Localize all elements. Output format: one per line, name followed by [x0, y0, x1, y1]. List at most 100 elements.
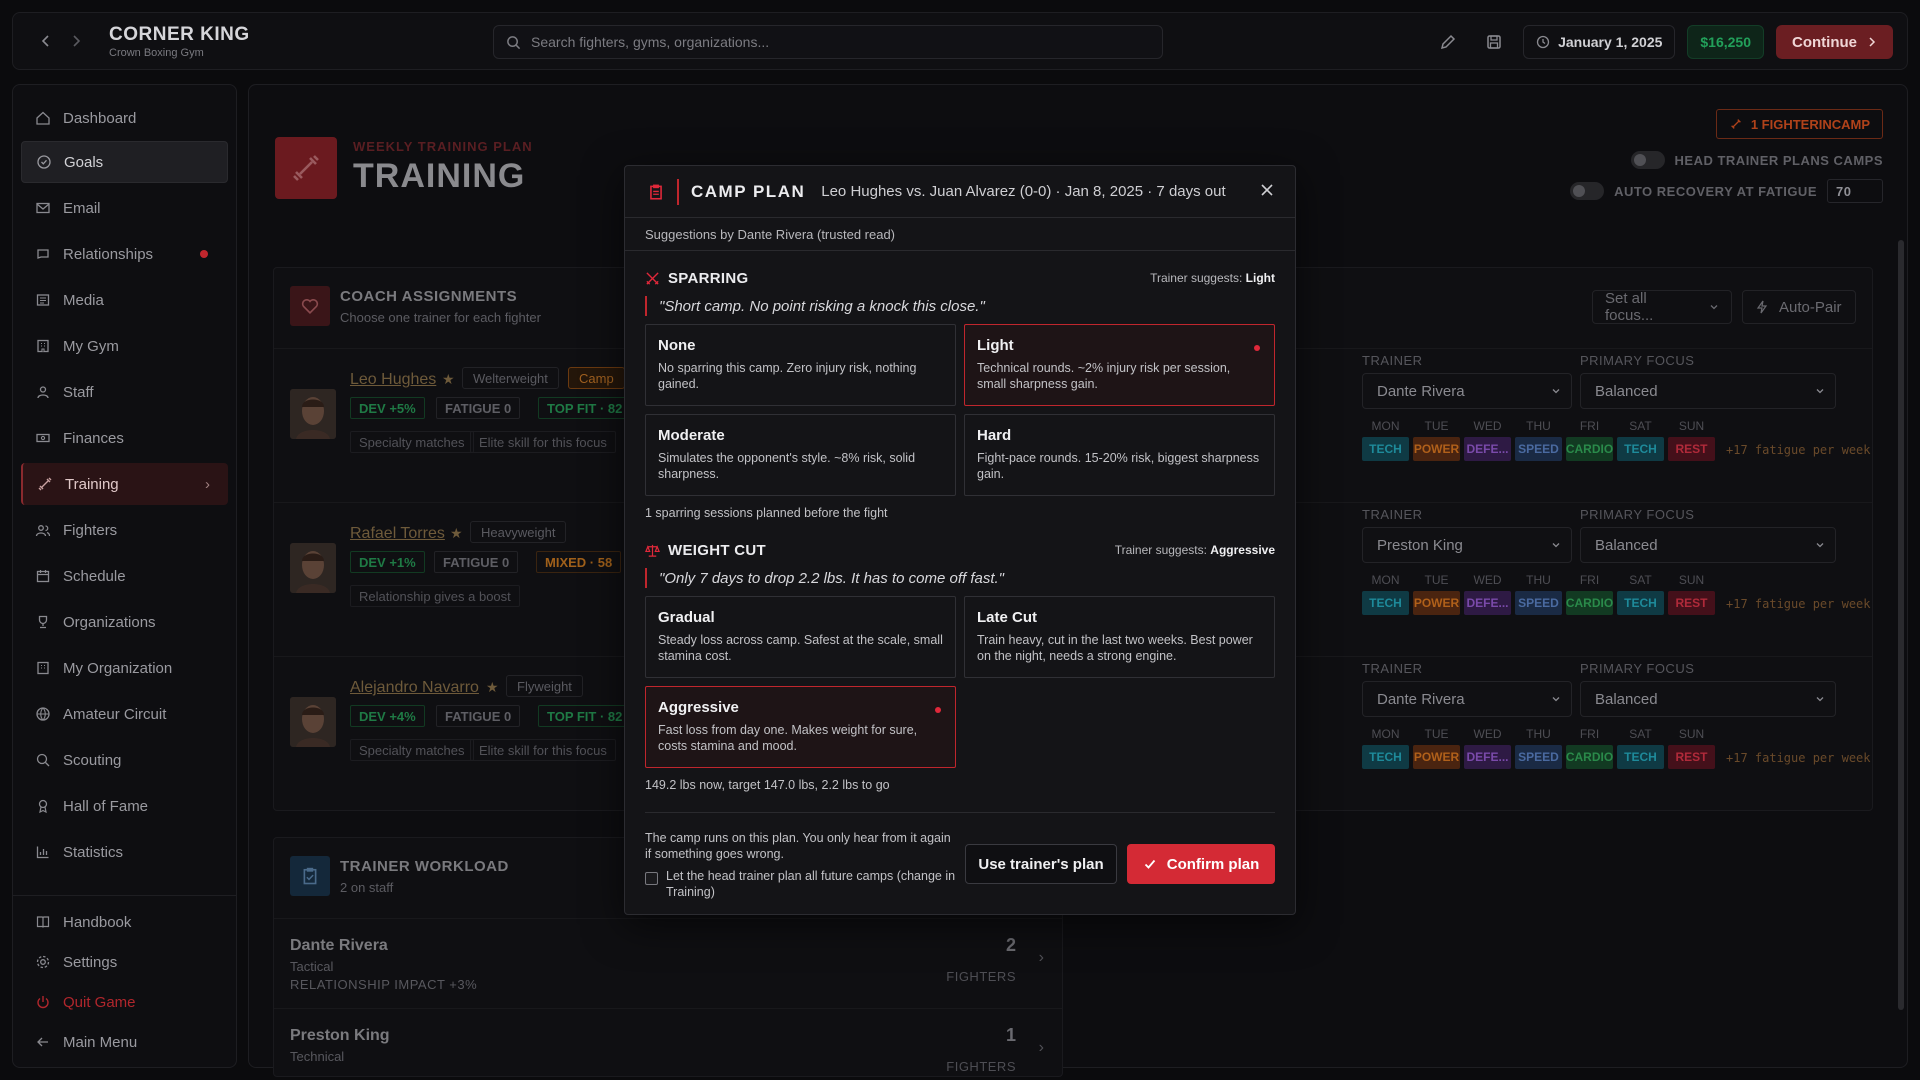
sidebar-item-staff[interactable]: Staff — [21, 371, 228, 413]
sidebar-item-schedule[interactable]: Schedule — [21, 555, 228, 597]
fatigue-per-week: +17 fatigue per week — [1726, 751, 1871, 765]
back-button[interactable] — [31, 26, 61, 56]
dev-tag: DEV +5% — [350, 397, 425, 419]
chip-tech[interactable]: TECH — [1362, 745, 1409, 769]
sparring-option-light[interactable]: Light Technical rounds. ~2% injury risk … — [964, 324, 1275, 406]
close-icon — [1261, 184, 1273, 196]
chip-defense[interactable]: DEFE... — [1464, 745, 1511, 769]
fighters-in-camp-badge[interactable]: 1 FIGHTERINCAMP — [1715, 109, 1883, 139]
sidebar-item-hall-of-fame[interactable]: Hall of Fame — [21, 785, 228, 827]
dumbbell-icon — [1730, 119, 1741, 129]
auto-recovery-toggle[interactable] — [1570, 182, 1605, 200]
chip-power[interactable]: POWER — [1413, 745, 1460, 769]
confirm-plan-button[interactable]: Confirm plan — [1127, 844, 1275, 884]
sparring-suggestion: Trainer suggests: Light — [1150, 271, 1275, 285]
day-label: SAT — [1629, 573, 1652, 587]
fatigue-tag: FATIGUE 0 — [434, 551, 519, 573]
chip-tech[interactable]: TECH — [1617, 591, 1664, 615]
relationship-impact: RELATIONSHIP IMPACT +3% — [290, 977, 478, 992]
sidebar-item-main-menu[interactable]: Main Menu — [21, 1021, 228, 1063]
fighter-name-link[interactable]: Rafael Torres — [350, 525, 445, 543]
sidebar-item-settings[interactable]: Settings — [21, 941, 228, 983]
chevron-down-icon — [1816, 543, 1824, 548]
sidebar-item-email[interactable]: Email — [21, 187, 228, 229]
clipboard-icon — [303, 867, 317, 885]
weight-cut-option-late-cut[interactable]: Late Cut Train heavy, cut in the last tw… — [964, 596, 1275, 678]
trainer-select[interactable]: Preston King — [1362, 527, 1572, 563]
sidebar-item-my-gym[interactable]: My Gym — [21, 325, 228, 367]
chip-cardio[interactable]: CARDIO — [1566, 591, 1613, 615]
chip-defense[interactable]: DEFE... — [1464, 437, 1511, 461]
chip-cardio[interactable]: CARDIO — [1566, 437, 1613, 461]
award-icon — [38, 799, 48, 814]
sidebar-item-scouting[interactable]: Scouting — [21, 739, 228, 781]
primary-focus-select[interactable]: Balanced — [1580, 681, 1836, 717]
sidebar-item-finances[interactable]: Finances — [21, 417, 228, 459]
sidebar-item-organizations[interactable]: Organizations — [21, 601, 228, 643]
continue-button[interactable]: Continue — [1776, 25, 1893, 59]
sidebar-item-fighters[interactable]: Fighters — [21, 509, 228, 551]
chip-rest[interactable]: REST — [1668, 591, 1715, 615]
primary-focus-select[interactable]: Balanced — [1580, 373, 1836, 409]
future-camps-checkbox[interactable] — [645, 872, 658, 885]
trainer-select[interactable]: Dante Rivera — [1362, 373, 1572, 409]
chevron-down-icon — [1552, 389, 1560, 394]
set-all-focus-select[interactable]: Set all focus... — [1592, 290, 1732, 324]
chip-power[interactable]: POWER — [1413, 437, 1460, 461]
weight-cut-option-aggressive[interactable]: Aggressive Fast loss from day one. Makes… — [645, 686, 956, 768]
future-camps-checkbox-row[interactable]: Let the head trainer plan all future cam… — [645, 868, 965, 900]
forward-button[interactable] — [61, 26, 91, 56]
chip-rest[interactable]: REST — [1668, 437, 1715, 461]
clipboard-icon — [650, 184, 662, 200]
sidebar-item-statistics[interactable]: Statistics — [21, 831, 228, 873]
save-button[interactable] — [1477, 25, 1511, 59]
weight-cut-option-gradual[interactable]: Gradual Steady loss across camp. Safest … — [645, 596, 956, 678]
sidebar-item-amateur-circuit[interactable]: Amateur Circuit — [21, 693, 228, 735]
trainer-workload-row[interactable]: Preston King Technical 1 FIGHTERS › — [274, 1008, 1062, 1080]
sidebar-item-quit-game[interactable]: Quit Game — [21, 981, 228, 1023]
auto-recovery-toggle-row: AUTO RECOVERY AT FATIGUE 70 — [1570, 179, 1883, 203]
fighter-name-link[interactable]: Leo Hughes — [350, 371, 436, 389]
sparring-option-none[interactable]: None No sparring this camp. Zero injury … — [645, 324, 956, 406]
chip-speed[interactable]: SPEED — [1515, 591, 1562, 615]
option-desc: Train heavy, cut in the last two weeks. … — [977, 633, 1253, 663]
sparring-option-hard[interactable]: Hard Fight-pace rounds. 15-20% risk, big… — [964, 414, 1275, 496]
primary-focus-select[interactable]: Balanced — [1580, 527, 1836, 563]
date-display: January 1, 2025 — [1523, 25, 1676, 59]
use-trainer-plan-button[interactable]: Use trainer's plan — [965, 844, 1117, 884]
primary-focus-label: PRIMARY FOCUS — [1580, 353, 1695, 368]
fighter-name-link[interactable]: Alejandro Navarro — [350, 679, 479, 697]
edit-button[interactable] — [1431, 25, 1465, 59]
chip-tech[interactable]: TECH — [1617, 437, 1664, 461]
sidebar-item-goals[interactable]: Goals — [21, 141, 228, 183]
trainer-select[interactable]: Dante Rivera — [1362, 681, 1572, 717]
chip-tech[interactable]: TECH — [1617, 745, 1664, 769]
chip-cardio[interactable]: CARDIO — [1566, 745, 1613, 769]
chip-tech[interactable]: TECH — [1362, 591, 1409, 615]
sidebar-item-relationships[interactable]: Relationships — [21, 233, 228, 275]
arrow-left-icon — [37, 1037, 48, 1047]
chip-defense[interactable]: DEFE... — [1464, 591, 1511, 615]
trainer-label: TRAINER — [1362, 353, 1423, 368]
sidebar-item-media[interactable]: Media — [21, 279, 228, 321]
chip-rest[interactable]: REST — [1668, 745, 1715, 769]
trainer-workload-row[interactable]: Dante Rivera Tactical RELATIONSHIP IMPAC… — [274, 918, 1062, 1006]
close-button[interactable] — [1259, 182, 1275, 203]
chip-speed[interactable]: SPEED — [1515, 437, 1562, 461]
auto-pair-button[interactable]: Auto-Pair — [1742, 290, 1856, 324]
auto-recovery-input[interactable]: 70 — [1827, 179, 1883, 203]
search-input[interactable]: Search fighters, gyms, organizations... — [493, 25, 1163, 59]
sidebar-item-handbook[interactable]: Handbook — [21, 901, 228, 943]
sidebar-item-training[interactable]: Training › — [21, 463, 228, 505]
head-trainer-toggle[interactable] — [1630, 151, 1665, 169]
sparring-option-moderate[interactable]: Moderate Simulates the opponent's style.… — [645, 414, 956, 496]
sidebar-item-my-organization[interactable]: My Organization — [21, 647, 228, 689]
search-placeholder: Search fighters, gyms, organizations... — [531, 34, 770, 50]
chip-power[interactable]: POWER — [1413, 591, 1460, 615]
sidebar-item-label: Finances — [63, 429, 124, 447]
page-scrollbar[interactable] — [1898, 240, 1904, 1010]
sidebar-item-dashboard[interactable]: Dashboard — [21, 97, 228, 139]
sidebar-item-label: Staff — [63, 383, 94, 401]
chip-tech[interactable]: TECH — [1362, 437, 1409, 461]
chip-speed[interactable]: SPEED — [1515, 745, 1562, 769]
